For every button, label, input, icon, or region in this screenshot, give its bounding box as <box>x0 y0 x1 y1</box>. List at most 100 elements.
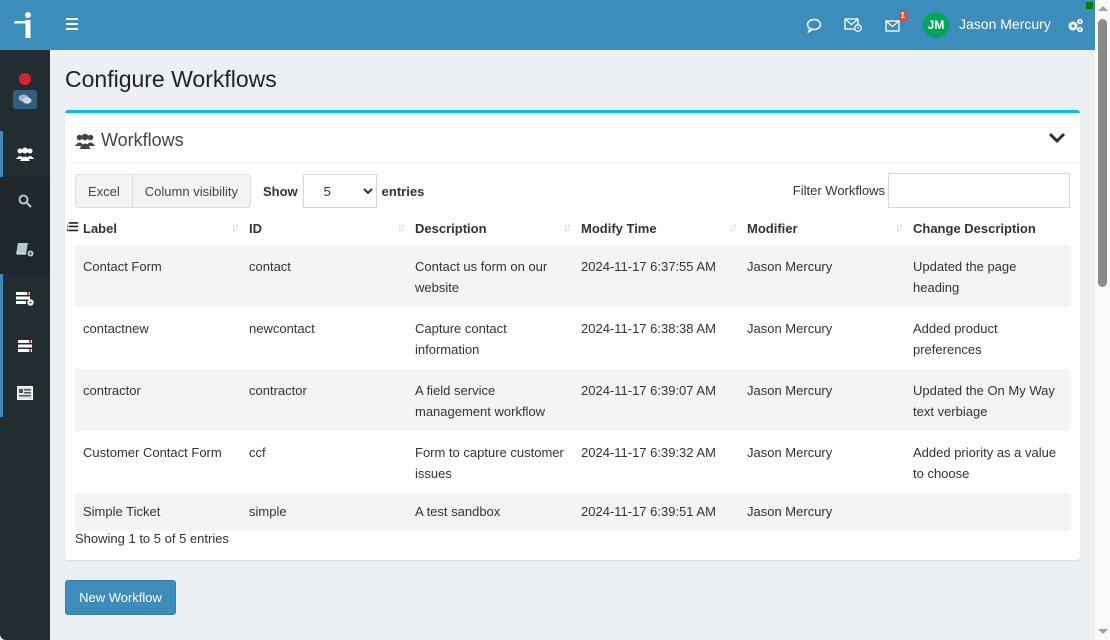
cell-id: contact <box>241 245 407 307</box>
scrollbar-thumb[interactable] <box>1098 19 1107 287</box>
sidebar-group-tools <box>0 177 50 274</box>
settings-button[interactable] <box>1065 15 1085 35</box>
sidebar-group-config <box>0 274 50 417</box>
id-card-icon <box>17 385 33 400</box>
cell-description: Capture contact information <box>415 321 507 357</box>
mail-icon <box>885 19 900 32</box>
cell-description: Contact us form on our website <box>407 245 573 307</box>
cell-description: Form to capture customer issues <box>415 445 564 481</box>
cell-label: contractor <box>75 369 241 431</box>
recording-dot-icon <box>19 72 31 85</box>
notification-badge: 1 <box>898 11 907 21</box>
sort-icon: ↓↑ <box>231 220 240 234</box>
cell-change-description: Added priority as a value to choose <box>913 445 1057 481</box>
cell-change-description: Added product preferences <box>913 321 998 357</box>
scroll-up-arrow-icon[interactable] <box>1098 6 1108 11</box>
book-gear-icon <box>16 242 34 256</box>
chat-icon[interactable] <box>13 89 37 109</box>
sidebar-group-workflows <box>0 131 50 177</box>
box-title: Workflows <box>101 130 184 150</box>
top-navbar: 1 JM Jason Mercury <box>50 0 1095 50</box>
sort-icon: ↓↑ <box>563 220 572 234</box>
scroll-down-arrow-icon[interactable] <box>1098 629 1108 634</box>
cell-modify-time: 2024-11-17 6:39:51 AM <box>573 493 739 531</box>
workflows-table: ↓☰ Label ↓↑ ID ↓↑ Description ↓↑ Modify Time… <box>65 212 1070 531</box>
cell-description: A test sandbox <box>407 493 573 531</box>
cell-modify-time: 2024-11-17 6:39:07 AM <box>573 369 739 431</box>
table-row[interactable]: Contact Form contact Contact us form on … <box>75 245 1070 307</box>
entries-select[interactable]: 5 <box>302 174 377 208</box>
user-menu[interactable]: Jason Mercury <box>959 16 1051 32</box>
users-icon <box>75 133 95 149</box>
cell-change-description <box>905 493 1070 531</box>
cell-modify-time: 2024-11-17 6:39:32 AM <box>581 445 716 460</box>
chat-bubble-icon <box>806 18 822 33</box>
sort-icon: ↓↑ <box>729 220 738 234</box>
cell-modifier: Jason Mercury <box>739 245 905 307</box>
status-indicator <box>1086 2 1093 9</box>
scheduled-mail-button[interactable] <box>843 15 863 35</box>
cell-modify-time: 2024-11-17 6:38:38 AM <box>581 321 716 336</box>
sidebar-item-list-settings[interactable] <box>0 274 50 324</box>
cell-id: ccf <box>249 445 266 460</box>
table-header-row: ↓☰ Label ↓↑ ID ↓↑ Description ↓↑ Modify Time… <box>65 212 1070 245</box>
table-row[interactable]: contractor contractor A field service ma… <box>75 369 1070 431</box>
cell-modify-time: 2024-11-17 6:37:55 AM <box>573 245 739 307</box>
column-header-description[interactable]: ↓↑ Description <box>397 212 573 245</box>
workflows-box: Workflows Excel Column visibility Show 5… <box>65 110 1080 560</box>
cell-modifier: Jason Mercury <box>739 493 905 531</box>
column-visibility-button[interactable]: Column visibility <box>132 174 251 208</box>
search-icon <box>18 194 32 208</box>
mail-button[interactable]: 1 <box>883 11 907 35</box>
sort-icon: ↓↑ <box>397 220 406 234</box>
excel-button[interactable]: Excel <box>75 174 133 208</box>
list-icon <box>18 340 32 352</box>
cell-change-description: Updated the page heading <box>905 245 1070 307</box>
gears-icon <box>1068 18 1083 32</box>
table-row[interactable]: contactnew newcontact Capture contact in… <box>75 307 1070 369</box>
new-workflow-button[interactable]: New Workflow <box>65 580 176 615</box>
cell-label: Customer Contact Form <box>83 445 222 460</box>
cell-label: contactnew <box>83 321 149 336</box>
box-header: Workflows <box>65 113 1080 163</box>
collapse-button[interactable] <box>1048 131 1066 149</box>
filter-label: Filter Workflows <box>792 183 885 198</box>
table-row[interactable]: Simple Ticket simple A test sandbox 2024… <box>75 493 1070 531</box>
sidebar-item-users[interactable] <box>0 131 50 177</box>
logo-icon <box>14 12 31 38</box>
cell-modifier: Jason Mercury <box>747 445 833 460</box>
menu-icon <box>66 18 78 20</box>
sidebar-item-search[interactable] <box>0 177 50 225</box>
chat-button[interactable] <box>804 15 824 35</box>
filter-input[interactable] <box>888 173 1070 208</box>
sidebar-item-forms[interactable] <box>0 368 50 417</box>
sidebar-item-book-settings[interactable] <box>0 225 50 274</box>
page-title: Configure Workflows <box>65 66 277 92</box>
cell-modifier: Jason Mercury <box>739 369 905 431</box>
column-header-label[interactable]: ↓☰ Label <box>65 212 241 245</box>
table-info: Showing 1 to 5 of 5 entries <box>75 531 229 546</box>
entries-label: entries <box>381 183 425 199</box>
avatar[interactable]: JM <box>923 12 949 38</box>
column-header-modifier[interactable]: ↓↑ Modifier <box>729 212 905 245</box>
column-header-id[interactable]: ↓↑ ID <box>231 212 407 245</box>
menu-toggle-button[interactable] <box>66 18 78 30</box>
cell-description: A field service management workflow <box>407 369 573 431</box>
list-gear-icon <box>16 292 34 306</box>
cell-label: Contact Form <box>75 245 241 307</box>
filter-workflows: Filter Workflows <box>793 173 1070 208</box>
cell-modifier: Jason Mercury <box>747 321 833 336</box>
cell-id: contractor <box>241 369 407 431</box>
table-row[interactable]: Customer Contact Form ccf Form to captur… <box>75 431 1070 493</box>
column-header-modify-time[interactable]: ↓↑ Modify Time <box>563 212 739 245</box>
show-label: Show <box>263 183 298 199</box>
entries-length: Show 5 entries <box>263 174 424 208</box>
table-export-buttons: Excel Column visibility <box>75 174 251 208</box>
sidebar <box>0 0 50 640</box>
page-scrollbar[interactable] <box>1095 0 1110 640</box>
sidebar-item-list[interactable] <box>0 324 50 368</box>
cell-change-description: Updated the On My Way text verbiage <box>905 369 1070 431</box>
app-logo[interactable] <box>0 0 50 50</box>
cell-id: simple <box>241 493 407 531</box>
column-header-change-description[interactable]: ↓↑ Change Description <box>895 212 1070 245</box>
